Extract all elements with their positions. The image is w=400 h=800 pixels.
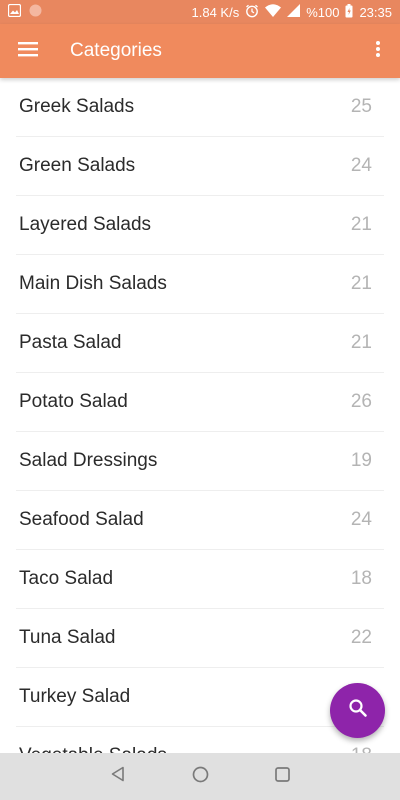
status-bar: 1.84 K/s %100 23:35 — [0, 0, 400, 24]
category-row[interactable]: Tuna Salad 22 — [16, 609, 384, 668]
category-count: 21 — [350, 214, 372, 235]
category-count: 24 — [350, 509, 372, 530]
category-row[interactable]: Turkey Salad — [16, 668, 384, 727]
category-name: Seafood Salad — [19, 509, 144, 530]
search-fab[interactable] — [330, 683, 385, 738]
overflow-menu-button[interactable] — [356, 24, 400, 78]
category-name: Salad Dressings — [19, 450, 158, 471]
category-name: Turkey Salad — [19, 686, 131, 707]
more-vertical-icon — [375, 40, 381, 63]
category-row[interactable]: Layered Salads 21 — [16, 196, 384, 255]
category-row[interactable]: Green Salads 24 — [16, 137, 384, 196]
category-count: 26 — [350, 391, 372, 412]
back-button[interactable] — [77, 753, 159, 800]
category-row[interactable]: Taco Salad 18 — [16, 550, 384, 609]
category-name: Taco Salad — [19, 568, 114, 589]
category-name: Main Dish Salads — [19, 273, 167, 294]
wifi-icon — [265, 4, 282, 20]
recents-icon — [274, 766, 290, 787]
category-name: Layered Salads — [19, 214, 152, 235]
category-name: Vegetable Salads — [16, 745, 167, 753]
category-count: 19 — [350, 450, 372, 471]
category-row[interactable]: Potato Salad 26 — [16, 373, 384, 432]
category-name: Tuna Salad — [19, 627, 116, 648]
category-count: 22 — [350, 627, 372, 648]
category-row[interactable]: Seafood Salad 24 — [16, 491, 384, 550]
category-count: 18 — [351, 745, 384, 753]
category-name: Potato Salad — [19, 391, 128, 412]
status-time: 23:35 — [359, 4, 392, 20]
alarm-icon — [245, 4, 259, 21]
category-row[interactable]: Pasta Salad 21 — [16, 314, 384, 373]
category-row[interactable]: Greek Salads 25 — [16, 78, 384, 137]
recents-button[interactable] — [241, 753, 323, 800]
screen: 1.84 K/s %100 23:35 Categories Greek Sal… — [0, 0, 400, 800]
category-count: 21 — [350, 273, 372, 294]
battery-icon — [345, 3, 353, 21]
network-speed: 1.84 K/s — [191, 4, 240, 20]
app-bar: Categories — [0, 24, 400, 78]
search-icon — [348, 698, 368, 723]
home-button[interactable] — [159, 753, 241, 800]
category-count: 21 — [350, 332, 372, 353]
system-nav-bar — [0, 753, 400, 800]
image-icon — [7, 3, 22, 20]
category-name: Green Salads — [19, 155, 136, 176]
page-title: Categories — [70, 40, 162, 61]
signal-icon — [287, 4, 301, 20]
home-icon — [192, 766, 209, 788]
category-list[interactable]: Greek Salads 25 Green Salads 24 Layered … — [0, 78, 400, 753]
category-count: 25 — [350, 96, 372, 117]
category-count: 24 — [350, 155, 372, 176]
battery-level: %100 — [306, 4, 340, 20]
category-row[interactable]: Vegetable Salads 18 — [16, 727, 384, 753]
hamburger-menu-icon — [18, 41, 38, 62]
back-icon — [110, 766, 126, 787]
category-name: Greek Salads — [19, 96, 135, 117]
category-row[interactable]: Main Dish Salads 21 — [16, 255, 384, 314]
category-row[interactable]: Salad Dressings 19 — [16, 432, 384, 491]
circle-icon — [29, 4, 42, 20]
category-count: 18 — [350, 568, 372, 589]
category-name: Pasta Salad — [19, 332, 122, 353]
menu-button[interactable] — [0, 24, 56, 78]
